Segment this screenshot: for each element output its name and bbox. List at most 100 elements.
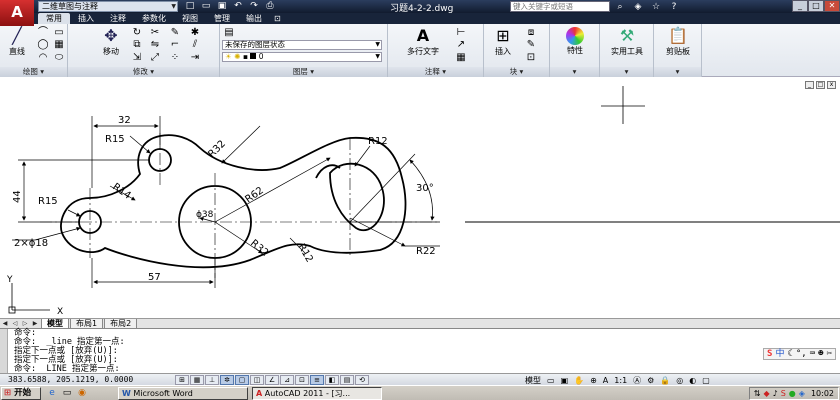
pan-icon[interactable]: ✋ <box>574 376 584 385</box>
minimize-button[interactable]: _ <box>792 0 808 12</box>
insert-block-button[interactable]: ⊞ 插入 <box>486 26 520 57</box>
command-line[interactable]: 命令: 命令: _line 指定第一点: 指定下一点或 [放弃(U)]: 指定下… <box>0 328 840 374</box>
drawing-canvas[interactable]: _ □ x 32 R15 R32 R12 44 R14 R62 30° R15 … <box>0 78 840 318</box>
last-tab-icon[interactable]: ▶ <box>30 319 40 328</box>
workspace-select[interactable]: 二维草图与注释 ▼ <box>38 1 178 12</box>
tab-insert[interactable]: 插入 <box>70 13 102 24</box>
polar-tracking-toggle[interactable]: ✲ <box>220 375 234 385</box>
lock-icon[interactable]: 🔒 <box>660 376 670 385</box>
arc-icon[interactable]: ◠ <box>36 51 50 63</box>
first-tab-icon[interactable]: ◀ <box>0 319 10 328</box>
erase-icon[interactable]: ✎ <box>168 26 182 38</box>
model-space-label[interactable]: 模型 <box>525 375 541 386</box>
next-tab-icon[interactable]: ▷ <box>20 319 30 328</box>
prev-tab-icon[interactable]: ◁ <box>10 319 20 328</box>
moon-icon[interactable]: ☾ <box>787 349 792 359</box>
mirror-icon[interactable]: ⇋ <box>148 38 162 50</box>
create-block-icon[interactable]: ⧈ <box>524 26 538 38</box>
ime-mode-label[interactable]: 中 <box>775 349 784 359</box>
command-line-grip[interactable] <box>0 329 8 374</box>
application-menu-button[interactable]: A <box>0 0 34 26</box>
block-panel-label[interactable]: 块 ▾ <box>484 67 549 77</box>
fillet-icon[interactable]: ⌐ <box>168 38 182 50</box>
new-icon[interactable]: □ <box>184 1 196 12</box>
quick-properties-toggle[interactable]: ▤ <box>340 375 354 385</box>
draw-panel-label[interactable]: 绘图 ▾ <box>0 67 67 77</box>
tab-model[interactable]: 模型 <box>41 318 69 329</box>
current-layer-select[interactable]: ☀ ✺ ▪ 0 ▼ <box>222 52 382 62</box>
move-button[interactable]: ✥ 移动 <box>96 26 126 57</box>
task-word[interactable]: W Microsoft Word <box>118 387 248 400</box>
offset-icon[interactable]: ⫽ <box>188 38 202 50</box>
volume-icon[interactable]: ♪ <box>773 389 778 398</box>
ortho-toggle[interactable]: ⊥ <box>205 375 219 385</box>
update-icon[interactable]: ● <box>789 389 796 398</box>
user-icon[interactable]: ☻ <box>818 349 823 359</box>
tab-output[interactable]: 输出 <box>238 13 270 24</box>
explode-icon[interactable]: ✱ <box>188 26 202 38</box>
layer-state-select[interactable]: 未保存的图层状态 ▼ <box>222 40 382 50</box>
modify-panel-label[interactable]: 修改 ▾ <box>68 67 219 77</box>
tab-annotate[interactable]: 注释 <box>102 13 134 24</box>
layer-properties-icon[interactable]: ▤ <box>222 26 236 38</box>
ime-tray-icon[interactable]: S <box>781 389 786 398</box>
dynamic-input-toggle[interactable]: ⊡ <box>295 375 309 385</box>
maximize-button[interactable]: □ <box>808 0 824 12</box>
zoom-icon[interactable]: ⊕ <box>590 376 597 385</box>
lineweight-toggle[interactable]: ≡ <box>310 375 324 385</box>
leader-icon[interactable]: ↗ <box>454 38 468 50</box>
tools-icon[interactable]: ✂ <box>827 349 832 359</box>
layers-panel-label[interactable]: 图层 ▾ <box>220 67 387 77</box>
workspace-switch-icon[interactable]: ⚙ <box>647 376 654 385</box>
multiline-text-button[interactable]: A 多行文字 <box>396 26 450 57</box>
start-button[interactable]: ⊞ 开始 <box>1 387 41 400</box>
array-icon[interactable]: ⁘ <box>168 51 182 63</box>
media-icon[interactable]: ◉ <box>76 387 88 399</box>
desktop-icon[interactable]: ▭ <box>61 387 73 399</box>
properties-panel-label[interactable]: ▾ <box>550 67 599 77</box>
trim-icon[interactable]: ✂ <box>148 26 162 38</box>
print-icon[interactable]: ⎙ <box>264 1 276 12</box>
browser-icon[interactable]: e <box>46 387 58 399</box>
quick-view-icon[interactable]: ▣ <box>561 376 569 385</box>
isolate-objects-icon[interactable]: ◐ <box>689 376 696 385</box>
hatch-icon[interactable]: ▦ <box>52 38 66 50</box>
annotation-scale-icon[interactable]: A <box>603 376 608 385</box>
tab-parametric[interactable]: 参数化 <box>134 13 174 24</box>
3d-osnap-toggle[interactable]: ◫ <box>250 375 264 385</box>
annotation-panel-label[interactable]: 注释 ▾ <box>388 67 483 77</box>
punctuation-icon[interactable]: °, <box>796 349 807 359</box>
tab-layout1[interactable]: 布局1 <box>70 318 104 329</box>
table-icon[interactable]: ▦ <box>454 51 468 63</box>
copy-icon[interactable]: ⧉ <box>130 38 144 50</box>
object-snap-tracking-toggle[interactable]: ∠ <box>265 375 279 385</box>
search-input[interactable]: 键入关键字或短语 <box>510 1 610 12</box>
help-icon[interactable]: ? <box>668 2 680 12</box>
undo-icon[interactable]: ↶ <box>232 1 244 12</box>
star-icon[interactable]: ☆ <box>650 2 662 12</box>
open-icon[interactable]: ▭ <box>200 1 212 12</box>
ribbon-toggle-icon[interactable]: ⊡ <box>270 13 285 24</box>
tab-manage[interactable]: 管理 <box>206 13 238 24</box>
subscription-icon[interactable]: ◈ <box>632 2 644 12</box>
sogou-logo-icon[interactable]: S <box>767 349 772 359</box>
rotate-icon[interactable]: ↻ <box>130 26 144 38</box>
clipboard-panel-label[interactable]: ▾ <box>654 67 701 77</box>
polyline-icon[interactable]: ⌒ <box>36 26 50 38</box>
binoculars-icon[interactable]: ⌕ <box>614 2 626 12</box>
line-button[interactable]: ╱ 直线 <box>2 26 32 57</box>
annotation-visibility-icon[interactable]: Ⓐ <box>633 375 641 386</box>
save-icon[interactable]: ▣ <box>216 1 228 12</box>
edit-block-icon[interactable]: ✎ <box>524 38 538 50</box>
grid-toggle[interactable]: ▦ <box>190 375 204 385</box>
ellipse-icon[interactable]: ⬭ <box>52 51 66 63</box>
keyboard-icon[interactable]: ⌨ <box>810 349 815 359</box>
layout-icon[interactable]: ▭ <box>547 376 555 385</box>
annotation-scale-value[interactable]: 1:1 <box>614 376 627 385</box>
tab-home[interactable]: 常用 <box>38 13 70 24</box>
clipboard-button[interactable]: 📋 剪贴板 <box>656 26 700 57</box>
utilities-panel-label[interactable]: ▾ <box>600 67 653 77</box>
properties-button[interactable]: 特性 <box>556 26 594 56</box>
object-snap-toggle[interactable]: ▢ <box>235 375 249 385</box>
clean-screen-icon[interactable]: ▢ <box>702 376 710 385</box>
